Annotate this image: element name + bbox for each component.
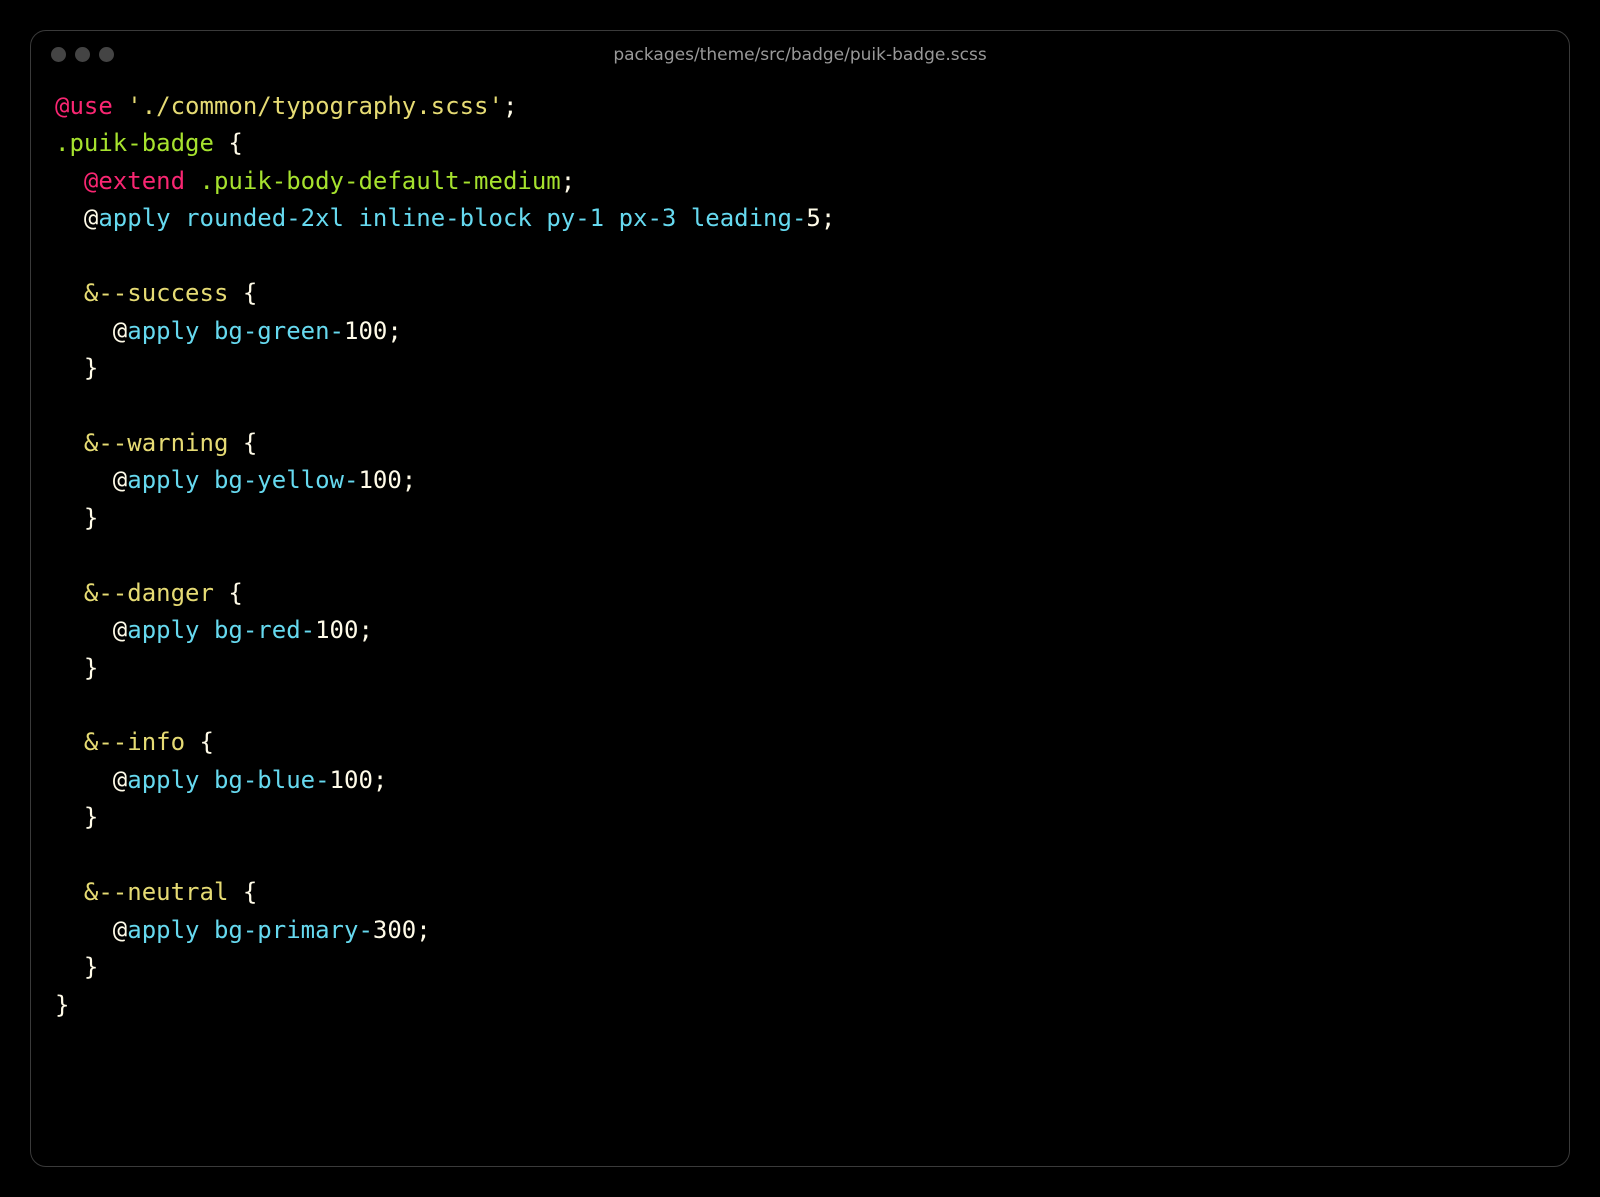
code-token xyxy=(200,766,214,794)
code-line: @apply bg-blue-100; xyxy=(55,766,387,794)
code-token xyxy=(185,167,199,195)
code-token: bg-red- xyxy=(214,616,315,644)
code-token: { xyxy=(228,429,257,457)
code-token: @ xyxy=(113,616,127,644)
code-token: inline-block xyxy=(358,204,531,232)
code-line: .puik-badge { xyxy=(55,129,243,157)
code-token: &--info xyxy=(84,728,185,756)
code-token: } xyxy=(84,654,98,682)
code-line: } xyxy=(55,991,69,1019)
code-token: 100; xyxy=(330,766,388,794)
code-token: @use xyxy=(55,92,113,120)
window-controls xyxy=(51,47,114,62)
code-token: 5; xyxy=(806,204,835,232)
code-token: bg-blue- xyxy=(214,766,330,794)
code-token: } xyxy=(55,991,69,1019)
code-token: @ xyxy=(113,317,127,345)
code-token: bg-green- xyxy=(214,317,344,345)
code-token: apply xyxy=(127,766,199,794)
code-token: { xyxy=(228,279,257,307)
code-token: @ xyxy=(113,916,127,944)
code-line: &--info { xyxy=(55,728,214,756)
code-token: bg-primary- xyxy=(214,916,373,944)
code-token: } xyxy=(84,504,98,532)
code-token: @ xyxy=(84,204,98,232)
code-line: @apply rounded-2xl inline-block py-1 px-… xyxy=(55,204,835,232)
code-token: py-1 xyxy=(546,204,604,232)
code-token: 100; xyxy=(358,466,416,494)
code-line: &--neutral { xyxy=(55,878,257,906)
code-token: 100; xyxy=(315,616,373,644)
code-token: rounded-2xl xyxy=(185,204,344,232)
code-token: ; xyxy=(561,167,575,195)
code-token: } xyxy=(84,803,98,831)
code-token: { xyxy=(228,878,257,906)
code-token: apply xyxy=(127,317,199,345)
code-token: './common/typography.scss' xyxy=(127,92,503,120)
code-token xyxy=(604,204,618,232)
code-token: px-3 xyxy=(619,204,677,232)
code-token: apply xyxy=(127,916,199,944)
code-token: &--warning xyxy=(84,429,229,457)
titlebar: packages/theme/src/badge/puik-badge.scss xyxy=(31,31,1569,78)
code-token: .puik-body-default-medium xyxy=(200,167,561,195)
code-line: } xyxy=(55,953,98,981)
code-line: @apply bg-red-100; xyxy=(55,616,373,644)
minimize-icon[interactable] xyxy=(75,47,90,62)
code-token: .puik-badge xyxy=(55,129,214,157)
code-token: @ xyxy=(113,466,127,494)
code-token xyxy=(113,92,127,120)
code-token: leading- xyxy=(691,204,807,232)
code-token: @ xyxy=(113,766,127,794)
code-token: { xyxy=(214,129,243,157)
code-token: &--success xyxy=(84,279,229,307)
code-token xyxy=(344,204,358,232)
code-line: @extend .puik-body-default-medium; xyxy=(55,167,575,195)
code-token xyxy=(171,204,185,232)
code-token: ; xyxy=(503,92,517,120)
code-token: 300; xyxy=(373,916,431,944)
code-line: } xyxy=(55,654,98,682)
code-token xyxy=(200,616,214,644)
code-line: @apply bg-green-100; xyxy=(55,317,402,345)
file-path: packages/theme/src/badge/puik-badge.scss xyxy=(613,45,986,65)
code-token: 100; xyxy=(344,317,402,345)
code-editor[interactable]: @use './common/typography.scss'; .puik-b… xyxy=(31,78,1569,1166)
code-line: @apply bg-primary-300; xyxy=(55,916,431,944)
code-token: apply xyxy=(127,616,199,644)
code-line: @use './common/typography.scss'; xyxy=(55,92,517,120)
editor-window: packages/theme/src/badge/puik-badge.scss… xyxy=(30,30,1570,1167)
code-token xyxy=(200,916,214,944)
code-token: @extend xyxy=(84,167,185,195)
code-token: } xyxy=(84,354,98,382)
code-token: apply xyxy=(98,204,170,232)
code-token: &--neutral xyxy=(84,878,229,906)
code-line: &--danger { xyxy=(55,579,243,607)
close-icon[interactable] xyxy=(51,47,66,62)
code-token xyxy=(200,466,214,494)
code-line: } xyxy=(55,504,98,532)
code-token: } xyxy=(84,953,98,981)
maximize-icon[interactable] xyxy=(99,47,114,62)
code-token: bg-yellow- xyxy=(214,466,359,494)
code-token xyxy=(200,317,214,345)
code-token: { xyxy=(185,728,214,756)
code-token: apply xyxy=(127,466,199,494)
code-line: @apply bg-yellow-100; xyxy=(55,466,416,494)
code-line: } xyxy=(55,803,98,831)
code-line: &--warning { xyxy=(55,429,257,457)
code-token xyxy=(676,204,690,232)
code-token: &--danger xyxy=(84,579,214,607)
code-token: { xyxy=(214,579,243,607)
code-line: &--success { xyxy=(55,279,257,307)
code-line: } xyxy=(55,354,98,382)
code-token xyxy=(532,204,546,232)
